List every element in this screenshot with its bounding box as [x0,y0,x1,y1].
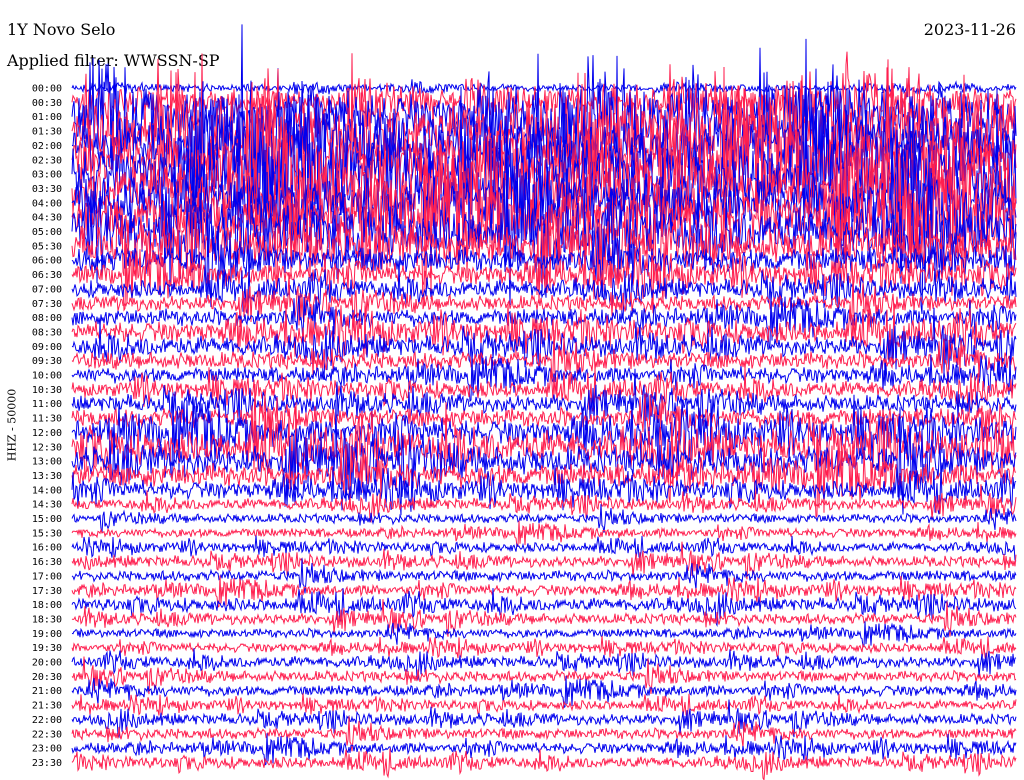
trace-1530 [71,520,1017,548]
row-label-0700: 07:00 [32,284,62,295]
row-label-0830: 08:30 [32,327,62,338]
row-label-0300: 03:00 [32,170,62,181]
row-label-0600: 06:00 [32,256,62,267]
row-label-1800: 18:00 [32,600,62,611]
row-label-0930: 09:30 [32,356,62,367]
row-label-1530: 15:30 [32,528,62,539]
trace-2130 [71,693,1017,719]
trace-1730 [71,575,1017,608]
row-label-0200: 02:00 [32,141,62,152]
row-label-1300: 13:00 [32,457,62,468]
helicorder-plot: 00:00 00:30 01:00 01:30 02:00 02:30 03:00 03:30… [32,24,1017,780]
row-label-2030: 20:30 [32,672,62,683]
row-label-2230: 22:30 [32,729,62,740]
row-label-1200: 12:00 [32,428,62,439]
row-label-2300: 23:00 [32,744,62,755]
row-label-0100: 01:00 [32,112,62,123]
row-label-2200: 22:00 [32,715,62,726]
row-label-1700: 17:00 [32,571,62,582]
row-label-1500: 15:00 [32,514,62,525]
row-label-0230: 02:30 [32,155,62,166]
row-label-1230: 12:30 [32,442,62,453]
row-label-1830: 18:30 [32,614,62,625]
row-label-0530: 05:30 [32,241,62,252]
row-label-1600: 16:00 [32,543,62,554]
row-label-2000: 20:00 [32,658,62,669]
row-label-0500: 05:00 [32,227,62,238]
row-label-1400: 14:00 [32,485,62,496]
trace-1930 [71,635,1017,661]
row-label-1000: 10:00 [32,371,62,382]
row-label-1030: 10:30 [32,385,62,396]
row-label-1630: 16:30 [32,557,62,568]
row-label-1430: 14:30 [32,500,62,511]
row-label-group: 00:00 00:30 01:00 01:30 02:00 02:30 03:00 03:30… [32,84,62,769]
row-label-0430: 04:30 [32,213,62,224]
row-label-2330: 23:30 [32,758,62,769]
row-label-0130: 01:30 [32,127,62,138]
trace-2330 [71,748,1017,780]
trace-group [71,24,1017,780]
row-label-0900: 09:00 [32,342,62,353]
row-label-1730: 17:30 [32,586,62,597]
trace-1900 [71,621,1017,648]
row-label-2100: 21:00 [32,686,62,697]
row-label-1130: 11:30 [32,414,62,425]
row-label-1100: 11:00 [32,399,62,410]
row-label-0330: 03:30 [32,184,62,195]
row-label-1330: 13:30 [32,471,62,482]
row-label-0400: 04:00 [32,198,62,209]
row-label-0000: 00:00 [32,84,62,95]
row-label-1930: 19:30 [32,643,62,654]
row-label-0800: 08:00 [32,313,62,324]
row-label-1900: 19:00 [32,629,62,640]
row-label-2130: 21:30 [32,701,62,712]
row-label-0730: 07:30 [32,299,62,310]
row-label-0630: 06:30 [32,270,62,281]
row-label-0030: 00:30 [32,98,62,109]
